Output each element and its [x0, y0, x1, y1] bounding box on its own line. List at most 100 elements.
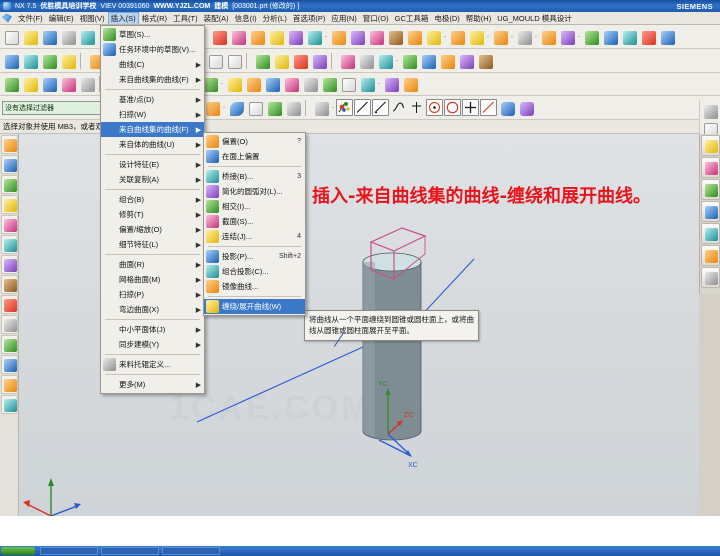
tool-curve-sphere[interactable] [246, 99, 264, 117]
submenu-item-wrap-unwrap-curve[interactable]: 缠绕/展开曲线(W) [204, 299, 305, 314]
tool-gate[interactable] [225, 75, 243, 93]
tool-unite[interactable] [305, 28, 323, 46]
tool-face-blend[interactable] [467, 28, 485, 46]
menu-file[interactable]: 文件(F) [15, 12, 46, 24]
menu-item-trim[interactable]: 修剪(T) ▶ [101, 207, 204, 222]
tool-analysis-section[interactable] [419, 52, 437, 70]
toolbar-overflow-dot-4[interactable]: · [510, 28, 514, 46]
tool-point-icon[interactable] [408, 99, 425, 116]
menu-insert[interactable]: 插入(S) [107, 12, 139, 24]
right-tool-animation[interactable] [701, 135, 720, 156]
resource-bar-left[interactable] [0, 134, 19, 516]
right-tool-chart[interactable] [701, 179, 720, 200]
toolbar-overflow-dot-6[interactable]: · [577, 28, 581, 46]
resource-roles[interactable] [1, 335, 18, 354]
tool-chamfer[interactable] [491, 28, 509, 46]
resource-assembly-navigator[interactable] [1, 135, 18, 154]
tool-analysis-curvature[interactable] [400, 52, 418, 70]
right-tool-expressions[interactable] [701, 157, 720, 178]
taskbar-item-3[interactable] [162, 547, 220, 555]
toolbar-overflow-dot-3[interactable]: · [486, 28, 490, 46]
tool-edge-blend[interactable] [448, 28, 466, 46]
start-button[interactable] [1, 547, 35, 555]
menu-item-sketch-in-task[interactable]: 任务环境中的草图(V)... [101, 42, 204, 57]
menu-electrode[interactable]: 电极(D) [431, 12, 462, 24]
right-tool-measure[interactable] [701, 245, 720, 266]
menu-format[interactable]: 格式(R) [139, 12, 170, 24]
submenu-item-intersect[interactable]: 相交(I)... [204, 199, 305, 214]
right-tool-settings[interactable] [701, 267, 720, 288]
tool-sketch[interactable] [210, 28, 228, 46]
menu-item-sweep-surface[interactable]: 扫掠(P) ▶ [101, 287, 204, 302]
tool-boss[interactable] [348, 28, 366, 46]
tool-mirror[interactable] [620, 28, 638, 46]
resource-constraint-navigator[interactable] [1, 155, 18, 174]
tool-curve-back[interactable] [203, 99, 221, 117]
menu-information[interactable]: 信息(I) [232, 12, 260, 24]
tool-pan[interactable] [59, 52, 77, 70]
menu-view[interactable]: 视图(V) [77, 12, 108, 24]
resource-reuse-library[interactable] [1, 195, 18, 214]
tool-workpiece[interactable] [78, 75, 96, 93]
tool-print[interactable] [59, 28, 77, 46]
resource-bar-right[interactable] [699, 134, 720, 294]
tool-reuse-lib[interactable] [476, 52, 494, 70]
menu-item-offset-scale[interactable]: 偏置/缩放(O) ▶ [101, 222, 204, 237]
taskbar-item-1[interactable] [40, 547, 98, 555]
tool-line-icon[interactable] [354, 99, 371, 116]
menu-item-part-family[interactable]: 来料托辊定义... [101, 357, 204, 372]
tool-pad[interactable] [386, 28, 404, 46]
taskbar-item-2[interactable] [101, 547, 159, 555]
insert-dropdown-menu[interactable]: 草图(S)... 任务环境中的草图(V)... 曲线(C) ▶ 来自曲线集的曲线… [100, 25, 205, 394]
tool-offset-curve-icon[interactable] [480, 99, 497, 116]
menu-tools[interactable]: 工具(T) [170, 12, 201, 24]
tool-wcs-display[interactable] [291, 52, 309, 70]
menu-item-sweep-top[interactable]: 扫掠(W) ▶ [101, 107, 204, 122]
menu-item-design-feature[interactable]: 设计特征(E) ▶ [101, 157, 204, 172]
menu-bar[interactable]: 文件(F) 编辑(E) 视图(V) 插入(S) 格式(R) 工具(T) 装配(A… [0, 12, 720, 25]
tool-front-view[interactable] [206, 52, 224, 70]
tool-studio-spline-icon[interactable] [390, 99, 407, 116]
tool-draft[interactable] [515, 28, 533, 46]
menu-item-sheet-body[interactable]: 中小平面体(J) ▶ [101, 322, 204, 337]
tool-render-style[interactable] [701, 102, 719, 120]
right-tool-properties[interactable] [701, 223, 720, 244]
menu-edit[interactable]: 编辑(E) [46, 12, 77, 24]
resource-gc-toolbox[interactable] [1, 355, 18, 374]
tool-curve-spline[interactable] [265, 99, 283, 117]
resource-mould-wizard[interactable] [1, 215, 18, 234]
menu-preferences[interactable]: 首选项(P) [290, 12, 329, 24]
submenu-item-join[interactable]: 连结(J)... 4 [204, 229, 305, 244]
tool-shell[interactable] [539, 28, 557, 46]
tool-pocket[interactable] [367, 28, 385, 46]
tool-cooling[interactable] [263, 75, 281, 93]
tool-show-all[interactable] [376, 52, 394, 70]
toolbar-overflow-dot-12[interactable]: · [331, 99, 335, 117]
tool-slot[interactable] [405, 28, 423, 46]
tool-rotate-view[interactable] [40, 52, 58, 70]
tool-sweep[interactable] [286, 28, 304, 46]
tool-sketch-curve[interactable] [336, 99, 353, 116]
tool-measure[interactable] [639, 28, 657, 46]
tool-extrude[interactable] [248, 28, 266, 46]
tool-datum-plane[interactable] [229, 28, 247, 46]
submenu-item-bridge[interactable]: 桥接(B)... 3 [204, 169, 305, 184]
menu-item-synchronous-modeling[interactable]: 同步建模(Y) ▶ [101, 337, 204, 352]
tool-arc-center-icon[interactable] [426, 99, 443, 116]
tool-move-object[interactable] [582, 28, 600, 46]
tool-wrap-unwrap-curve[interactable] [498, 99, 516, 117]
submenu-item-section[interactable]: 截面(S)... [204, 214, 305, 229]
menu-item-sketch[interactable]: 草图(S)... [101, 27, 204, 42]
menu-item-more[interactable]: 更多(M) ▶ [101, 377, 204, 392]
right-tool-information[interactable] [701, 201, 720, 222]
resource-electrode-nav[interactable] [1, 375, 18, 394]
submenu-item-mirror-curve[interactable]: 镜像曲线... [204, 279, 305, 294]
tool-plot[interactable] [78, 28, 96, 46]
toolbar-overflow-dot-11[interactable]: · [222, 99, 226, 117]
tool-revolve[interactable] [267, 28, 285, 46]
toolbar-overflow-dot-9[interactable]: · [220, 75, 224, 93]
resource-web-browser[interactable] [1, 235, 18, 254]
menu-item-flange-surface[interactable]: 弯边曲面(X) ▶ [101, 302, 204, 317]
tool-groove[interactable] [424, 28, 442, 46]
tool-zoom[interactable] [21, 52, 39, 70]
